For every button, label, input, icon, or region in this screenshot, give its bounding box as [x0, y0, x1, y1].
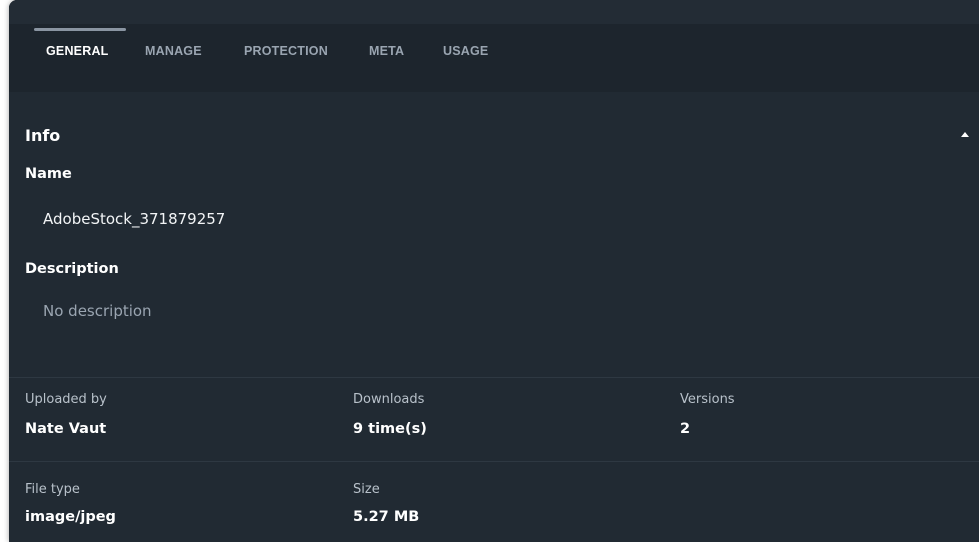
tab-manage[interactable]: MANAGE [145, 44, 202, 64]
asset-details-panel: GENERAL MANAGE PROTECTION META USAGE Inf… [9, 0, 979, 542]
caret-up-icon [961, 132, 969, 137]
divider [9, 377, 979, 378]
downloads-value: 9 time(s) [353, 421, 427, 437]
versions-value: 2 [680, 421, 691, 437]
tab-bar-header [9, 0, 979, 24]
info-section-title: Info [25, 126, 61, 145]
divider [9, 461, 979, 462]
downloads-label: Downloads [353, 392, 425, 407]
active-tab-indicator [34, 28, 126, 31]
uploaded-by-label: Uploaded by [25, 392, 107, 407]
versions-label: Versions [680, 392, 735, 407]
name-value[interactable]: AdobeStock_371879257 [43, 210, 225, 228]
tab-protection[interactable]: PROTECTION [244, 44, 328, 64]
description-label: Description [25, 261, 119, 277]
collapse-info-button[interactable] [955, 124, 975, 144]
size-label: Size [353, 482, 380, 497]
file-type-value: image/jpeg [25, 509, 116, 525]
size-value: 5.27 MB [353, 509, 420, 525]
tab-meta[interactable]: META [369, 44, 404, 64]
tab-usage[interactable]: USAGE [443, 44, 488, 64]
uploaded-by-value: Nate Vaut [25, 421, 107, 437]
tab-general[interactable]: GENERAL [46, 44, 109, 64]
tab-bar: GENERAL MANAGE PROTECTION META USAGE [9, 0, 979, 92]
file-type-label: File type [25, 482, 80, 497]
name-label: Name [25, 166, 72, 182]
description-value[interactable]: No description [43, 302, 152, 320]
